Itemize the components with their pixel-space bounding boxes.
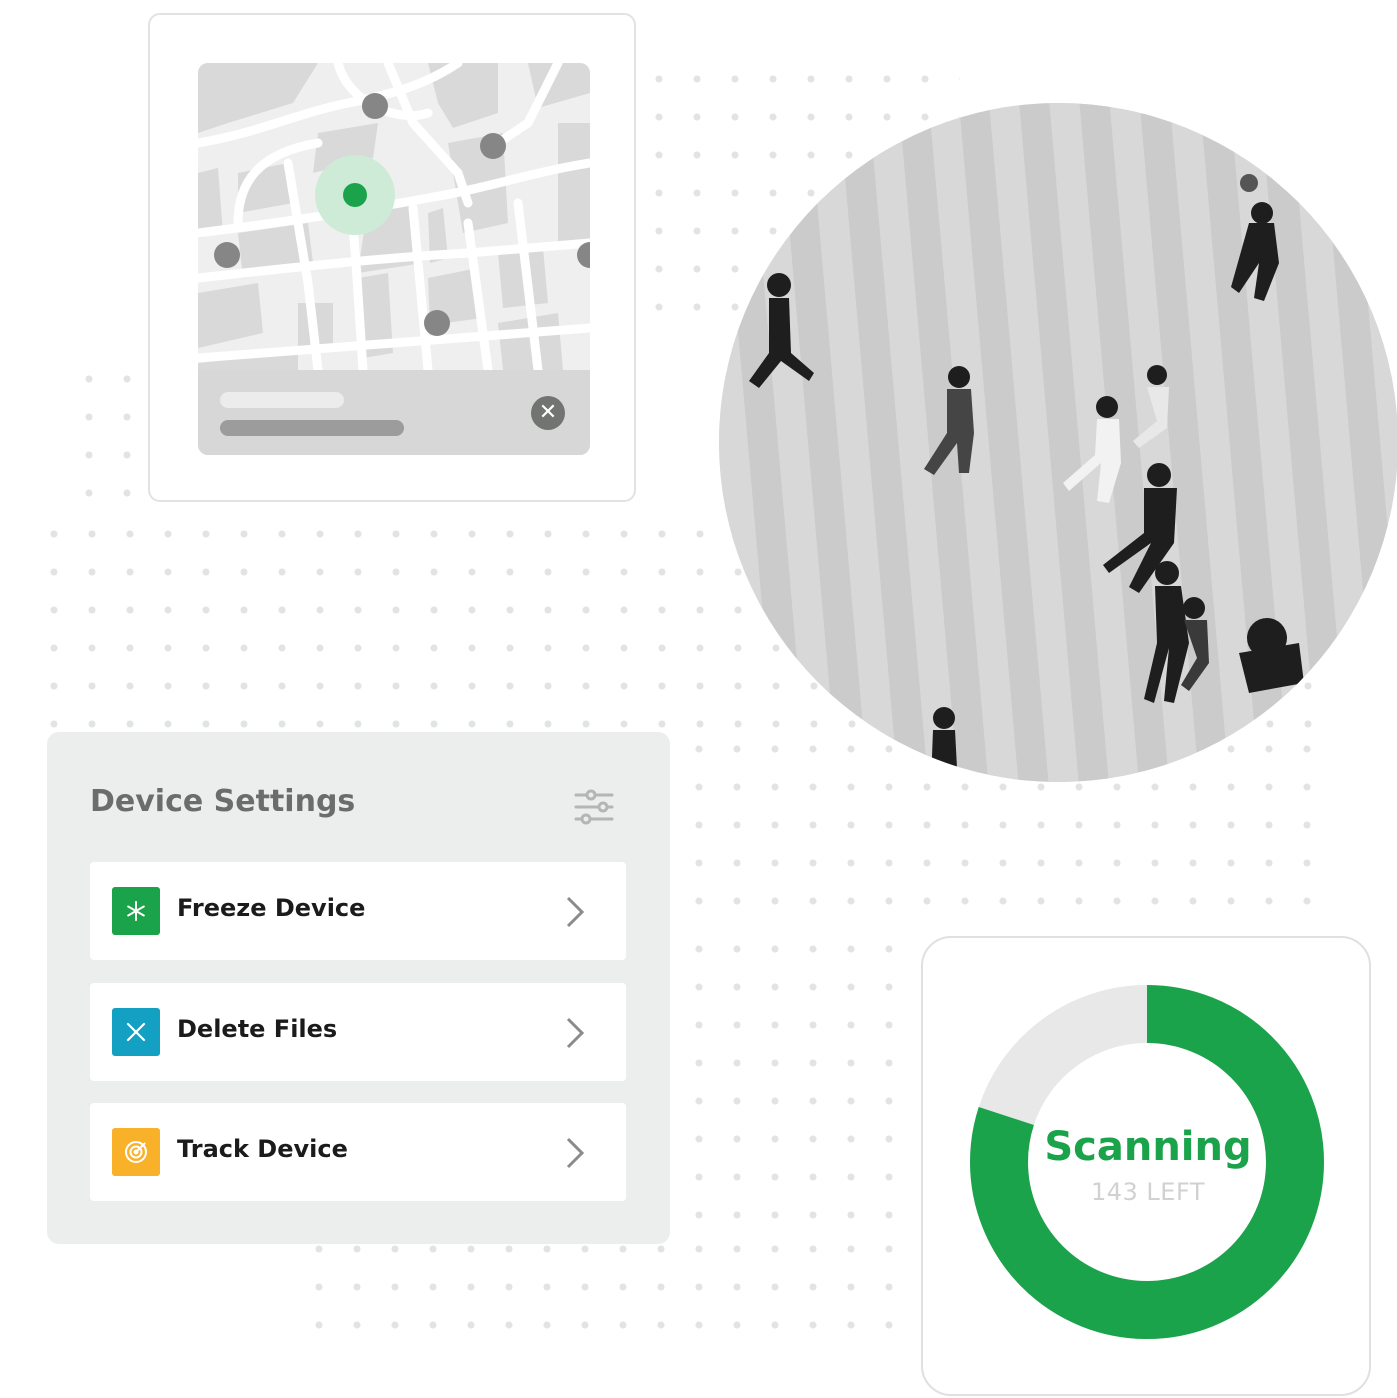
sliders-icon[interactable]: [574, 787, 614, 827]
dot-pattern-center: [680, 930, 920, 1230]
freeze-device-label: Freeze Device: [177, 894, 366, 922]
freeze-device-row[interactable]: Freeze Device: [90, 862, 626, 960]
crowd-photo: [719, 103, 1397, 782]
delete-files-row[interactable]: Delete Files: [90, 983, 626, 1081]
placeholder-subtitle-bar: [220, 420, 404, 436]
placeholder-title-bar: [220, 392, 344, 408]
delete-files-label: Delete Files: [177, 1015, 338, 1043]
map-card: ✕: [148, 13, 636, 502]
dot-pattern-left: [70, 360, 150, 520]
chevron-right-icon: [566, 1137, 585, 1169]
snowflake-icon: [112, 887, 160, 935]
scan-status-card: Scanning 143 LEFT: [921, 936, 1371, 1396]
target-icon: [112, 1128, 160, 1176]
track-device-label: Track Device: [177, 1135, 348, 1163]
scan-status-label: Scanning: [1044, 1124, 1252, 1170]
device-settings-title: Device Settings: [90, 784, 356, 819]
device-settings-panel: Device Settings Freeze Device Delete Fil…: [47, 732, 670, 1244]
crowd-photo-graphic: [719, 103, 1397, 782]
map-info-panel: ✕: [198, 370, 590, 455]
close-icon[interactable]: ✕: [531, 396, 565, 430]
map-view[interactable]: ✕: [198, 63, 590, 455]
x-icon: [112, 1008, 160, 1056]
dot-pattern-bottom: [300, 1230, 920, 1350]
chevron-right-icon: [566, 1017, 585, 1049]
track-device-row[interactable]: Track Device: [90, 1103, 626, 1201]
scan-remaining-label: 143 LEFT: [1090, 1178, 1205, 1206]
chevron-right-icon: [566, 896, 585, 928]
